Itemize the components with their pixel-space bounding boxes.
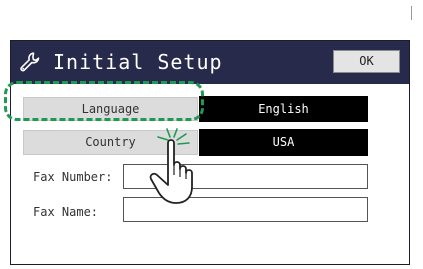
page-title: Initial Setup bbox=[53, 50, 223, 74]
title-bar: Initial Setup OK bbox=[11, 41, 409, 84]
fax-number-field[interactable] bbox=[123, 164, 368, 189]
language-button[interactable]: Language bbox=[23, 97, 198, 121]
edge-marker bbox=[411, 6, 412, 20]
wrench-icon bbox=[20, 52, 40, 72]
fax-name-field[interactable] bbox=[123, 197, 368, 222]
ok-button[interactable]: OK bbox=[333, 50, 400, 73]
initial-setup-panel: Initial Setup OK Language English Countr… bbox=[10, 40, 410, 265]
country-button[interactable]: Country bbox=[23, 130, 198, 155]
fax-name-label: Fax Name: bbox=[33, 205, 99, 219]
country-value[interactable]: USA bbox=[199, 129, 368, 156]
fax-number-label: Fax Number: bbox=[33, 170, 113, 184]
language-value[interactable]: English bbox=[199, 96, 368, 122]
